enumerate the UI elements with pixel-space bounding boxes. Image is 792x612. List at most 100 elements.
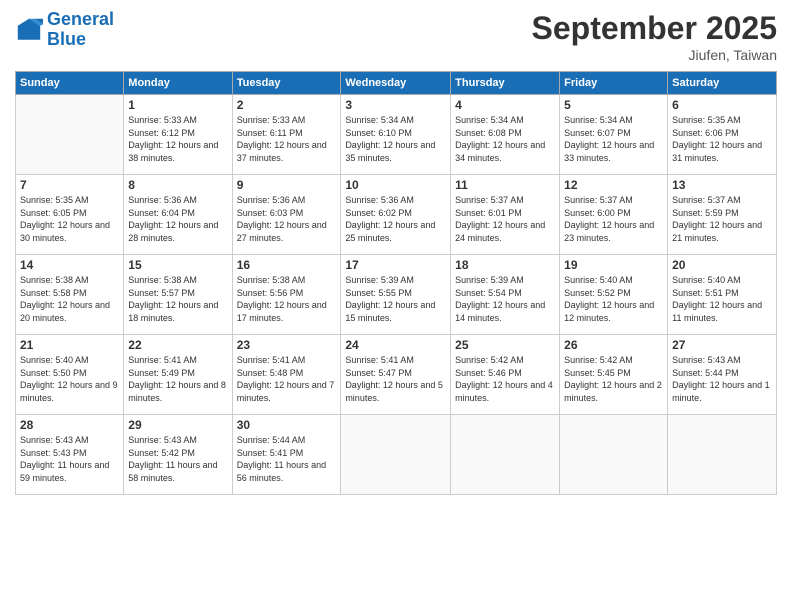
day-number: 30 [237, 418, 337, 432]
table-row: 12 Sunrise: 5:37 AM Sunset: 6:00 PM Dayli… [560, 175, 668, 255]
day-number: 29 [128, 418, 227, 432]
table-row: 22 Sunrise: 5:41 AM Sunset: 5:49 PM Dayli… [124, 335, 232, 415]
table-row [451, 415, 560, 495]
day-info: Sunrise: 5:40 AM Sunset: 5:51 PM Dayligh… [672, 274, 772, 324]
col-wednesday: Wednesday [341, 72, 451, 95]
day-info: Sunrise: 5:37 AM Sunset: 6:00 PM Dayligh… [564, 194, 663, 244]
table-row: 21 Sunrise: 5:40 AM Sunset: 5:50 PM Dayli… [16, 335, 124, 415]
logo-line1: General [47, 9, 114, 29]
day-number: 19 [564, 258, 663, 272]
day-info: Sunrise: 5:44 AM Sunset: 5:41 PM Dayligh… [237, 434, 337, 484]
table-row: 6 Sunrise: 5:35 AM Sunset: 6:06 PM Daylig… [668, 95, 777, 175]
calendar-week-row: 7 Sunrise: 5:35 AM Sunset: 6:05 PM Daylig… [16, 175, 777, 255]
title-block: September 2025 Jiufen, Taiwan [532, 10, 777, 63]
day-info: Sunrise: 5:43 AM Sunset: 5:42 PM Dayligh… [128, 434, 227, 484]
table-row: 30 Sunrise: 5:44 AM Sunset: 5:41 PM Dayli… [232, 415, 341, 495]
table-row: 1Sunrise: 5:33 AM Sunset: 6:12 PM Daylig… [124, 95, 232, 175]
day-number: 27 [672, 338, 772, 352]
table-row: 9Sunrise: 5:36 AM Sunset: 6:03 PM Daylig… [232, 175, 341, 255]
table-row [668, 415, 777, 495]
day-number: 3 [345, 98, 446, 112]
table-row [341, 415, 451, 495]
day-info: Sunrise: 5:37 AM Sunset: 6:01 PM Dayligh… [455, 194, 555, 244]
page: General Blue September 2025 Jiufen, Taiw… [0, 0, 792, 612]
day-number: 22 [128, 338, 227, 352]
day-number: 25 [455, 338, 555, 352]
day-number: 9 [237, 178, 337, 192]
day-info: Sunrise: 5:39 AM Sunset: 5:55 PM Dayligh… [345, 274, 446, 324]
table-row [560, 415, 668, 495]
day-info: Sunrise: 5:37 AM Sunset: 5:59 PM Dayligh… [672, 194, 772, 244]
day-info: Sunrise: 5:41 AM Sunset: 5:47 PM Dayligh… [345, 354, 446, 404]
table-row: 14Sunrise: 5:38 AM Sunset: 5:58 PM Dayli… [16, 255, 124, 335]
table-row: 15 Sunrise: 5:38 AM Sunset: 5:57 PM Dayli… [124, 255, 232, 335]
col-tuesday: Tuesday [232, 72, 341, 95]
day-number: 12 [564, 178, 663, 192]
day-info: Sunrise: 5:41 AM Sunset: 5:49 PM Dayligh… [128, 354, 227, 404]
table-row: 7 Sunrise: 5:35 AM Sunset: 6:05 PM Daylig… [16, 175, 124, 255]
day-number: 10 [345, 178, 446, 192]
day-info: Sunrise: 5:38 AM Sunset: 5:56 PM Dayligh… [237, 274, 337, 324]
day-info: Sunrise: 5:40 AM Sunset: 5:52 PM Dayligh… [564, 274, 663, 324]
table-row: 8Sunrise: 5:36 AM Sunset: 6:04 PM Daylig… [124, 175, 232, 255]
day-info: Sunrise: 5:35 AM Sunset: 6:05 PM Dayligh… [20, 194, 119, 244]
header: General Blue September 2025 Jiufen, Taiw… [15, 10, 777, 63]
day-info: Sunrise: 5:33 AM Sunset: 6:11 PM Dayligh… [237, 114, 337, 164]
logo-text: General Blue [47, 10, 114, 50]
table-row: 20Sunrise: 5:40 AM Sunset: 5:51 PM Dayli… [668, 255, 777, 335]
day-number: 4 [455, 98, 555, 112]
month-title: September 2025 [532, 10, 777, 47]
day-number: 18 [455, 258, 555, 272]
day-info: Sunrise: 5:43 AM Sunset: 5:43 PM Dayligh… [20, 434, 119, 484]
table-row: 4 Sunrise: 5:34 AM Sunset: 6:08 PM Daylig… [451, 95, 560, 175]
day-info: Sunrise: 5:34 AM Sunset: 6:07 PM Dayligh… [564, 114, 663, 164]
table-row [16, 95, 124, 175]
table-row: 13 Sunrise: 5:37 AM Sunset: 5:59 PM Dayli… [668, 175, 777, 255]
col-monday: Monday [124, 72, 232, 95]
logo: General Blue [15, 10, 114, 50]
table-row: 16 Sunrise: 5:38 AM Sunset: 5:56 PM Dayli… [232, 255, 341, 335]
day-info: Sunrise: 5:34 AM Sunset: 6:08 PM Dayligh… [455, 114, 555, 164]
table-row: 29 Sunrise: 5:43 AM Sunset: 5:42 PM Dayli… [124, 415, 232, 495]
day-info: Sunrise: 5:39 AM Sunset: 5:54 PM Dayligh… [455, 274, 555, 324]
table-row: 17 Sunrise: 5:39 AM Sunset: 5:55 PM Dayli… [341, 255, 451, 335]
table-row: 25Sunrise: 5:42 AM Sunset: 5:46 PM Dayli… [451, 335, 560, 415]
day-info: Sunrise: 5:38 AM Sunset: 5:57 PM Dayligh… [128, 274, 227, 324]
day-number: 24 [345, 338, 446, 352]
location: Jiufen, Taiwan [532, 47, 777, 63]
col-saturday: Saturday [668, 72, 777, 95]
col-friday: Friday [560, 72, 668, 95]
col-thursday: Thursday [451, 72, 560, 95]
table-row: 19 Sunrise: 5:40 AM Sunset: 5:52 PM Dayli… [560, 255, 668, 335]
day-info: Sunrise: 5:38 AM Sunset: 5:58 PM Dayligh… [20, 274, 119, 324]
day-info: Sunrise: 5:43 AM Sunset: 5:44 PM Dayligh… [672, 354, 772, 404]
table-row: 10Sunrise: 5:36 AM Sunset: 6:02 PM Dayli… [341, 175, 451, 255]
day-number: 11 [455, 178, 555, 192]
day-number: 13 [672, 178, 772, 192]
logo-line2: Blue [47, 29, 86, 49]
calendar-header-row: Sunday Monday Tuesday Wednesday Thursday… [16, 72, 777, 95]
calendar-week-row: 1Sunrise: 5:33 AM Sunset: 6:12 PM Daylig… [16, 95, 777, 175]
day-number: 17 [345, 258, 446, 272]
table-row: 23Sunrise: 5:41 AM Sunset: 5:48 PM Dayli… [232, 335, 341, 415]
day-number: 23 [237, 338, 337, 352]
day-number: 28 [20, 418, 119, 432]
col-sunday: Sunday [16, 72, 124, 95]
day-number: 15 [128, 258, 227, 272]
day-info: Sunrise: 5:34 AM Sunset: 6:10 PM Dayligh… [345, 114, 446, 164]
calendar-week-row: 14Sunrise: 5:38 AM Sunset: 5:58 PM Dayli… [16, 255, 777, 335]
day-info: Sunrise: 5:40 AM Sunset: 5:50 PM Dayligh… [20, 354, 119, 404]
day-info: Sunrise: 5:35 AM Sunset: 6:06 PM Dayligh… [672, 114, 772, 164]
day-number: 26 [564, 338, 663, 352]
table-row: 24 Sunrise: 5:41 AM Sunset: 5:47 PM Dayli… [341, 335, 451, 415]
day-number: 8 [128, 178, 227, 192]
logo-icon [15, 16, 43, 44]
day-number: 7 [20, 178, 119, 192]
day-number: 2 [237, 98, 337, 112]
table-row: 26Sunrise: 5:42 AM Sunset: 5:45 PM Dayli… [560, 335, 668, 415]
day-number: 16 [237, 258, 337, 272]
day-number: 6 [672, 98, 772, 112]
day-info: Sunrise: 5:33 AM Sunset: 6:12 PM Dayligh… [128, 114, 227, 164]
day-number: 21 [20, 338, 119, 352]
day-number: 5 [564, 98, 663, 112]
